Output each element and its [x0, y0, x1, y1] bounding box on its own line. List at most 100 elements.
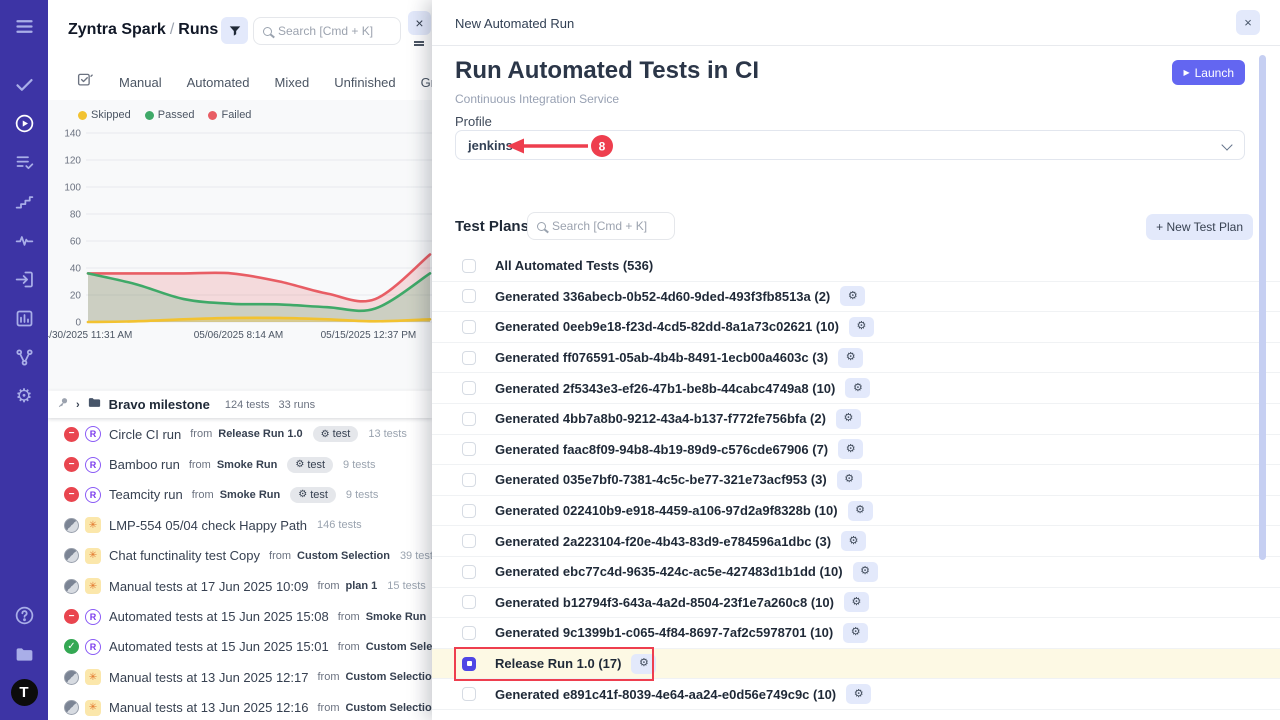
gear-button[interactable]: ⚙ [838, 439, 863, 459]
checkbox[interactable] [462, 412, 476, 426]
run-from-label: from [338, 641, 360, 653]
run-row[interactable]: −RCircle CI runfromRelease Run 1.0⚙test1… [48, 419, 432, 449]
test-plan-row[interactable]: Generated 0eeb9e18-f23d-4cd5-82dd-8a1a73… [432, 312, 1280, 343]
tab-unfinished[interactable]: Unfinished [334, 75, 395, 90]
tests-icon[interactable] [12, 72, 36, 96]
test-plan-row[interactable]: Generated faac8f09-94b8-4b19-89d9-c576cd… [432, 435, 1280, 466]
area-chart: 0204060801001201404/30/2025 11:31 AM05/0… [48, 126, 432, 390]
gear-button[interactable]: ⚙ [846, 684, 871, 704]
chevron-right-icon[interactable]: › [76, 399, 80, 411]
runs-search[interactable] [253, 17, 401, 45]
milestone-row[interactable]: › Bravo milestone 124 tests 33 runs [48, 391, 432, 418]
gear-button[interactable]: ⚙ [836, 409, 861, 429]
gear-button[interactable]: ⚙ [631, 654, 656, 674]
run-source: Smoke Run [366, 611, 427, 623]
checkbox[interactable] [462, 351, 476, 365]
gear-button[interactable]: ⚙ [841, 531, 866, 551]
svg-text:120: 120 [64, 156, 81, 167]
checkbox[interactable] [462, 442, 476, 456]
test-plan-row[interactable]: Generated 9c1399b1-c065-4f84-8697-7af2c5… [432, 618, 1280, 649]
help-icon[interactable] [12, 603, 36, 627]
run-row[interactable]: ✳Manual tests at 13 Jun 2025 12:16fromCu… [48, 693, 432, 720]
checkbox-checked[interactable] [462, 657, 476, 671]
gear-button[interactable]: ⚙ [853, 562, 878, 582]
tab-automated[interactable]: Automated [187, 75, 250, 90]
launch-button[interactable]: ▶ Launch [1172, 60, 1245, 85]
test-plan-row[interactable]: Generated 2a223104-f20e-4b43-83d9-e78459… [432, 526, 1280, 557]
run-title: Teamcity run [109, 487, 183, 502]
new-test-plan-button[interactable]: + New Test Plan [1146, 214, 1253, 240]
run-source: Custom Selection [345, 671, 438, 683]
chevron-down-icon [1221, 139, 1232, 150]
run-tag-badge[interactable]: ⚙test [287, 457, 333, 473]
filter-button[interactable] [221, 17, 248, 44]
run-row[interactable]: ✓RAutomated tests at 15 Jun 2025 15:01fr… [48, 632, 432, 662]
test-plan-row[interactable]: Release Run 1.0 (17)⚙ [432, 649, 1280, 680]
gear-button[interactable]: ⚙ [849, 317, 874, 337]
branch-icon[interactable] [12, 345, 36, 369]
gear-button[interactable]: ⚙ [840, 286, 865, 306]
gear-button[interactable]: ⚙ [845, 378, 870, 398]
panel-close-button[interactable]: × [408, 11, 431, 35]
test-plan-row[interactable]: All Automated Tests (536) [432, 251, 1280, 282]
test-plan-row[interactable]: Generated ff076591-05ab-4b4b-8491-1ecb00… [432, 343, 1280, 374]
run-row[interactable]: −RAutomated tests at 15 Jun 2025 15:08fr… [48, 601, 432, 631]
test-plans-search-input[interactable] [552, 219, 665, 233]
settings-gear-icon[interactable]: ⚙ [12, 384, 36, 408]
analytics-icon[interactable] [12, 306, 36, 330]
checkbox[interactable] [462, 381, 476, 395]
run-tests-count: 15 tests [387, 580, 426, 592]
test-plan-row[interactable]: Generated 035e7bf0-7381-4c5c-be77-321e73… [432, 465, 1280, 496]
run-tag-badge[interactable]: ⚙test [313, 426, 359, 442]
test-plans-search[interactable] [527, 212, 675, 240]
run-row[interactable]: −RBamboo runfromSmoke Run⚙test9 tests [48, 449, 432, 479]
checkbox[interactable] [462, 473, 476, 487]
legend-passed: Passed [145, 109, 195, 121]
test-plan-row[interactable]: Generated ebc77c4d-9635-424c-ac5e-427483… [432, 557, 1280, 588]
import-icon[interactable] [12, 267, 36, 291]
checkbox[interactable] [462, 259, 476, 273]
gear-button[interactable]: ⚙ [838, 348, 863, 368]
checkbox[interactable] [462, 504, 476, 518]
checkbox[interactable] [462, 320, 476, 334]
folder-icon[interactable] [12, 642, 36, 666]
milestones-icon[interactable] [12, 189, 36, 213]
run-row[interactable]: −RTeamcity runfromSmoke Run⚙test9 tests [48, 480, 432, 510]
run-from-label: from [192, 489, 214, 501]
run-row[interactable]: ✳LMP-554 05/04 check Happy Path146 tests [48, 510, 432, 540]
gear-button[interactable]: ⚙ [848, 501, 873, 521]
menu-icon[interactable] [12, 14, 36, 38]
brand-logo[interactable]: T [11, 679, 38, 706]
test-plan-row[interactable]: Generated 336abecb-0b52-4d60-9ded-493f3f… [432, 282, 1280, 313]
checkbox[interactable] [462, 565, 476, 579]
gear-button[interactable]: ⚙ [837, 470, 862, 490]
checkbox[interactable] [462, 687, 476, 701]
run-row[interactable]: ✳Chat functinality test CopyfromCustom S… [48, 541, 432, 571]
run-tag-badge[interactable]: ⚙test [290, 487, 336, 503]
gear-button[interactable]: ⚙ [843, 623, 868, 643]
test-plan-row[interactable]: Generated b12794f3-643a-4a2d-8504-23f1e7… [432, 588, 1280, 619]
test-plan-row[interactable]: Generated 2f5343e3-ef26-47b1-be8b-44cabc… [432, 373, 1280, 404]
run-row[interactable]: ✳Manual tests at 13 Jun 2025 12:17fromCu… [48, 662, 432, 692]
checkbox[interactable] [462, 626, 476, 640]
pulse-icon[interactable] [12, 228, 36, 252]
modal-close-button[interactable]: × [1236, 10, 1260, 35]
checkbox[interactable] [462, 534, 476, 548]
tab-manual[interactable]: Manual [119, 75, 162, 90]
tab-mixed[interactable]: Mixed [275, 75, 310, 90]
scrollbar[interactable] [1259, 55, 1266, 560]
checkbox[interactable] [462, 595, 476, 609]
test-plan-row[interactable]: Generated e891c41f-8039-4e64-aa24-e0d56e… [432, 679, 1280, 710]
run-row[interactable]: ✳Manual tests at 17 Jun 2025 10:09frompl… [48, 571, 432, 601]
runs-icon[interactable] [12, 111, 36, 135]
gear-button[interactable]: ⚙ [844, 592, 869, 612]
breadcrumb-project[interactable]: Zyntra Spark [68, 21, 166, 38]
test-plan-row[interactable]: Generated 4bb7a8b0-9212-43a4-b137-f772fe… [432, 404, 1280, 435]
test-plan-row[interactable]: Generated 022410b9-e918-4459-a106-97d2a9… [432, 496, 1280, 527]
checkbox[interactable] [462, 289, 476, 303]
runs-search-input[interactable] [278, 24, 391, 38]
status-progress-icon [64, 579, 79, 594]
test-plans-icon[interactable] [12, 150, 36, 174]
select-runs-icon[interactable] [76, 71, 94, 94]
profile-select[interactable]: jenkins [455, 130, 1245, 160]
